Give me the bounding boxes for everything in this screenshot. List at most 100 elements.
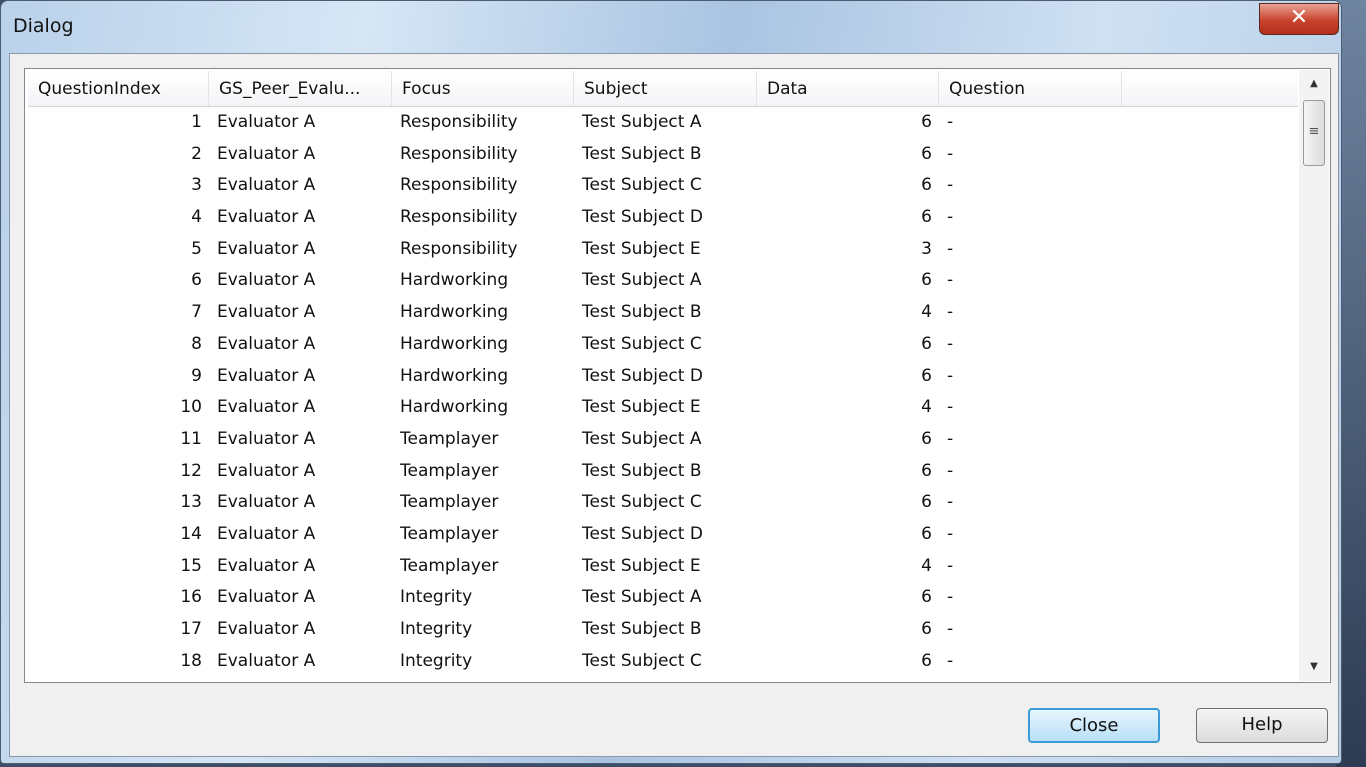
cell-subject: Test Subject B xyxy=(582,619,702,639)
table-row[interactable]: 17 Evaluator A Integrity Test Subject B 6- xyxy=(28,614,1122,646)
table-row[interactable]: 18 Evaluator A Integrity Test Subject C 6- xyxy=(28,646,1122,678)
cell-subject: Test Subject D xyxy=(582,207,703,228)
column-header-focus[interactable]: Focus xyxy=(392,71,574,106)
cell-subject: Test Subject C xyxy=(582,333,702,354)
window-close-button[interactable]: ✕ xyxy=(1259,3,1339,35)
cell-evaluator: Evaluator A xyxy=(217,270,316,291)
cell-data: 6 xyxy=(921,270,932,291)
cell-question: - xyxy=(947,365,954,386)
cell-focus: Responsibility xyxy=(400,143,518,164)
cell-questionindex: 13 xyxy=(180,492,202,513)
table-row[interactable]: 7 Evaluator A Hardworking Test Subject B 4- xyxy=(28,297,1122,329)
cell-data: 6 xyxy=(921,428,932,449)
scroll-down-arrow-icon[interactable]: ▼ xyxy=(1299,653,1329,681)
cell-data: 6 xyxy=(921,619,932,639)
cell-subject: Test Subject A xyxy=(582,270,702,291)
cell-subject: Test Subject E xyxy=(582,555,701,576)
cell-evaluator: Evaluator A xyxy=(217,143,316,164)
cell-questionindex: 3 xyxy=(191,175,202,196)
cell-question: - xyxy=(947,492,954,513)
column-header-question[interactable]: Question xyxy=(939,71,1122,106)
table-row[interactable]: 8 Evaluator A Hardworking Test Subject C 6- xyxy=(28,329,1122,361)
cell-question: - xyxy=(947,428,954,449)
table-row[interactable]: 11 Evaluator A Teamplayer Test Subject A 6- xyxy=(28,424,1122,456)
help-button[interactable]: Help xyxy=(1196,708,1328,743)
cell-focus: Teamplayer xyxy=(400,460,499,481)
table-row[interactable]: 15 Evaluator A Teamplayer Test Subject E 4- xyxy=(28,551,1122,583)
cell-question: - xyxy=(947,175,954,196)
cell-questionindex: 8 xyxy=(191,333,202,354)
cell-focus: Hardworking xyxy=(400,270,509,291)
cell-evaluator: Evaluator A xyxy=(217,555,316,576)
cell-question: - xyxy=(947,397,954,418)
table-row[interactable]: 9 Evaluator A Hardworking Test Subject D 6- xyxy=(28,361,1122,393)
scroll-up-arrow-icon[interactable]: ▲ xyxy=(1299,70,1329,98)
cell-data: 6 xyxy=(921,492,932,513)
cell-questionindex: 16 xyxy=(180,587,202,608)
cell-evaluator: Evaluator A xyxy=(217,302,316,323)
cell-subject: Test Subject B xyxy=(582,143,702,164)
table-row[interactable]: 4 Evaluator A Responsibility Test Subject D… xyxy=(28,202,1122,234)
cell-subject: Test Subject D xyxy=(582,523,703,544)
cell-evaluator: Evaluator A xyxy=(217,112,316,132)
cell-data: 4 xyxy=(921,555,932,576)
scrollbar-thumb[interactable]: ≡ xyxy=(1303,100,1325,166)
cell-questionindex: 2 xyxy=(191,143,202,164)
cell-data: 4 xyxy=(921,302,932,323)
cell-question: - xyxy=(947,112,954,132)
column-header-data[interactable]: Data xyxy=(757,71,939,106)
close-button[interactable]: Close xyxy=(1028,708,1160,743)
cell-evaluator: Evaluator A xyxy=(217,523,316,544)
cell-evaluator: Evaluator A xyxy=(217,207,316,228)
cell-evaluator: Evaluator A xyxy=(217,365,316,386)
cell-subject: Test Subject A xyxy=(582,428,702,449)
column-header-gs-peer-evaluator[interactable]: GS_Peer_Evalu... xyxy=(209,71,392,106)
cell-data: 6 xyxy=(921,523,932,544)
table-row[interactable]: 14 Evaluator A Teamplayer Test Subject D 6- xyxy=(28,519,1122,551)
table-row[interactable]: 6 Evaluator A Hardworking Test Subject A6- xyxy=(28,265,1122,297)
cell-question: - xyxy=(947,302,954,323)
dialog-client-area: QuestionIndex GS_Peer_Evalu... Focus Sub… xyxy=(9,53,1339,757)
cell-focus: Integrity xyxy=(400,587,473,608)
window-title: Dialog xyxy=(13,15,74,37)
table-row[interactable]: 2 Evaluator A Responsibility Test Subject B… xyxy=(28,139,1122,171)
cell-subject: Test Subject A xyxy=(582,587,702,608)
close-icon: ✕ xyxy=(1289,5,1309,30)
cell-questionindex: 12 xyxy=(180,460,202,481)
cell-focus: Responsibility xyxy=(400,207,518,228)
table-row[interactable]: 3 Evaluator A Responsibility Test Subject C… xyxy=(28,170,1122,202)
cell-data: 4 xyxy=(921,397,932,418)
cell-evaluator: Evaluator A xyxy=(217,492,316,513)
cell-focus: Hardworking xyxy=(400,333,509,354)
cell-question: - xyxy=(947,587,954,608)
table-row[interactable]: 12 Evaluator A Teamplayer Test Subject B 6- xyxy=(28,456,1122,488)
cell-evaluator: Evaluator A xyxy=(217,460,316,481)
cell-data: 6 xyxy=(921,333,932,354)
cell-questionindex: 4 xyxy=(191,207,202,228)
table-header: QuestionIndex GS_Peer_Evalu... Focus Sub… xyxy=(28,71,1298,107)
table-row[interactable]: 10 Evaluator A Hardworking Test Subject E 4- xyxy=(28,392,1122,424)
cell-question: - xyxy=(947,523,954,544)
column-header-filler xyxy=(1122,71,1298,106)
vertical-scrollbar[interactable]: ▲ ≡ ▼ xyxy=(1299,70,1329,681)
cell-questionindex: 15 xyxy=(180,555,202,576)
cell-questionindex: 5 xyxy=(191,238,202,259)
cell-focus: Responsibility xyxy=(400,238,518,259)
cell-subject: Test Subject E xyxy=(582,238,701,259)
dialog-window: Dialog ✕ QuestionIndex GS_Peer_Evalu... … xyxy=(0,0,1342,764)
cell-evaluator: Evaluator A xyxy=(217,238,316,259)
cell-data: 6 xyxy=(921,460,932,481)
cell-focus: Hardworking xyxy=(400,397,509,418)
table-row[interactable]: 13 Evaluator A Teamplayer Test Subject C 6- xyxy=(28,487,1122,519)
table-row[interactable]: 5 Evaluator A Responsibility Test Subject E… xyxy=(28,234,1122,266)
cell-questionindex: 7 xyxy=(191,302,202,323)
cell-focus: Teamplayer xyxy=(400,555,499,576)
table-row[interactable]: 16 Evaluator A Integrity Test Subject A 6- xyxy=(28,582,1122,614)
table-row[interactable]: 1 Evaluator A Responsibility Test Subject A… xyxy=(28,107,1122,139)
column-header-subject[interactable]: Subject xyxy=(574,71,757,106)
cell-focus: Responsibility xyxy=(400,175,518,196)
column-header-questionindex[interactable]: QuestionIndex xyxy=(28,71,209,106)
cell-focus: Responsibility xyxy=(400,112,518,132)
cell-focus: Teamplayer xyxy=(400,523,499,544)
cell-evaluator: Evaluator A xyxy=(217,619,316,639)
